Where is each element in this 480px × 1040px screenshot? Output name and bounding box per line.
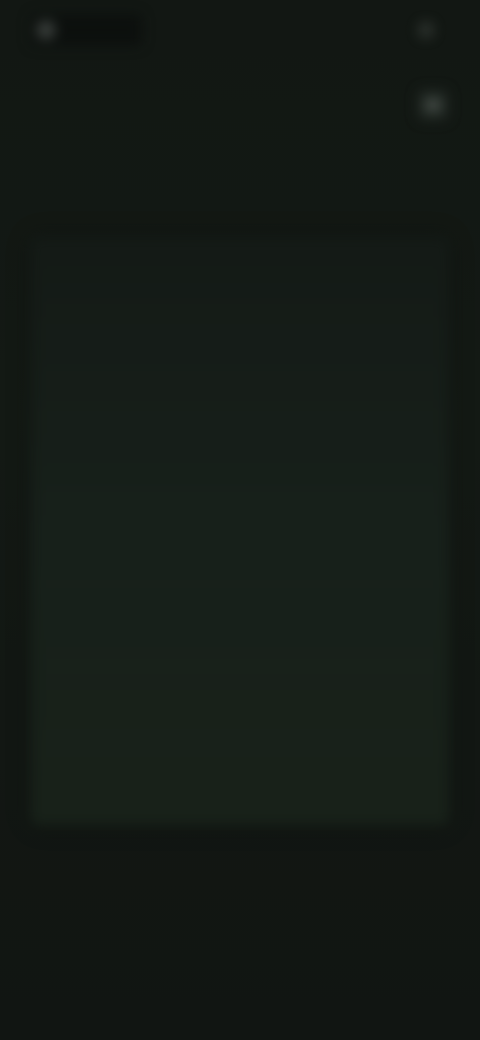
brand-mark-icon — [36, 20, 56, 40]
menu-button[interactable] — [418, 90, 448, 120]
list-item[interactable] — [30, 664, 450, 748]
list-item[interactable] — [30, 498, 450, 582]
list-item[interactable] — [30, 746, 450, 830]
nav-row — [0, 86, 480, 126]
screen — [0, 0, 480, 1040]
list-item[interactable] — [30, 582, 450, 666]
menu-icon — [426, 100, 440, 110]
blurred-content — [0, 0, 480, 1040]
action-icon — [420, 24, 432, 36]
list-item[interactable] — [30, 246, 450, 330]
top-action-button[interactable] — [414, 18, 446, 42]
list-item[interactable] — [30, 414, 450, 498]
brand-logo[interactable] — [30, 14, 142, 46]
top-bar — [0, 0, 480, 60]
list-item[interactable] — [30, 330, 450, 414]
options-list — [30, 236, 450, 826]
